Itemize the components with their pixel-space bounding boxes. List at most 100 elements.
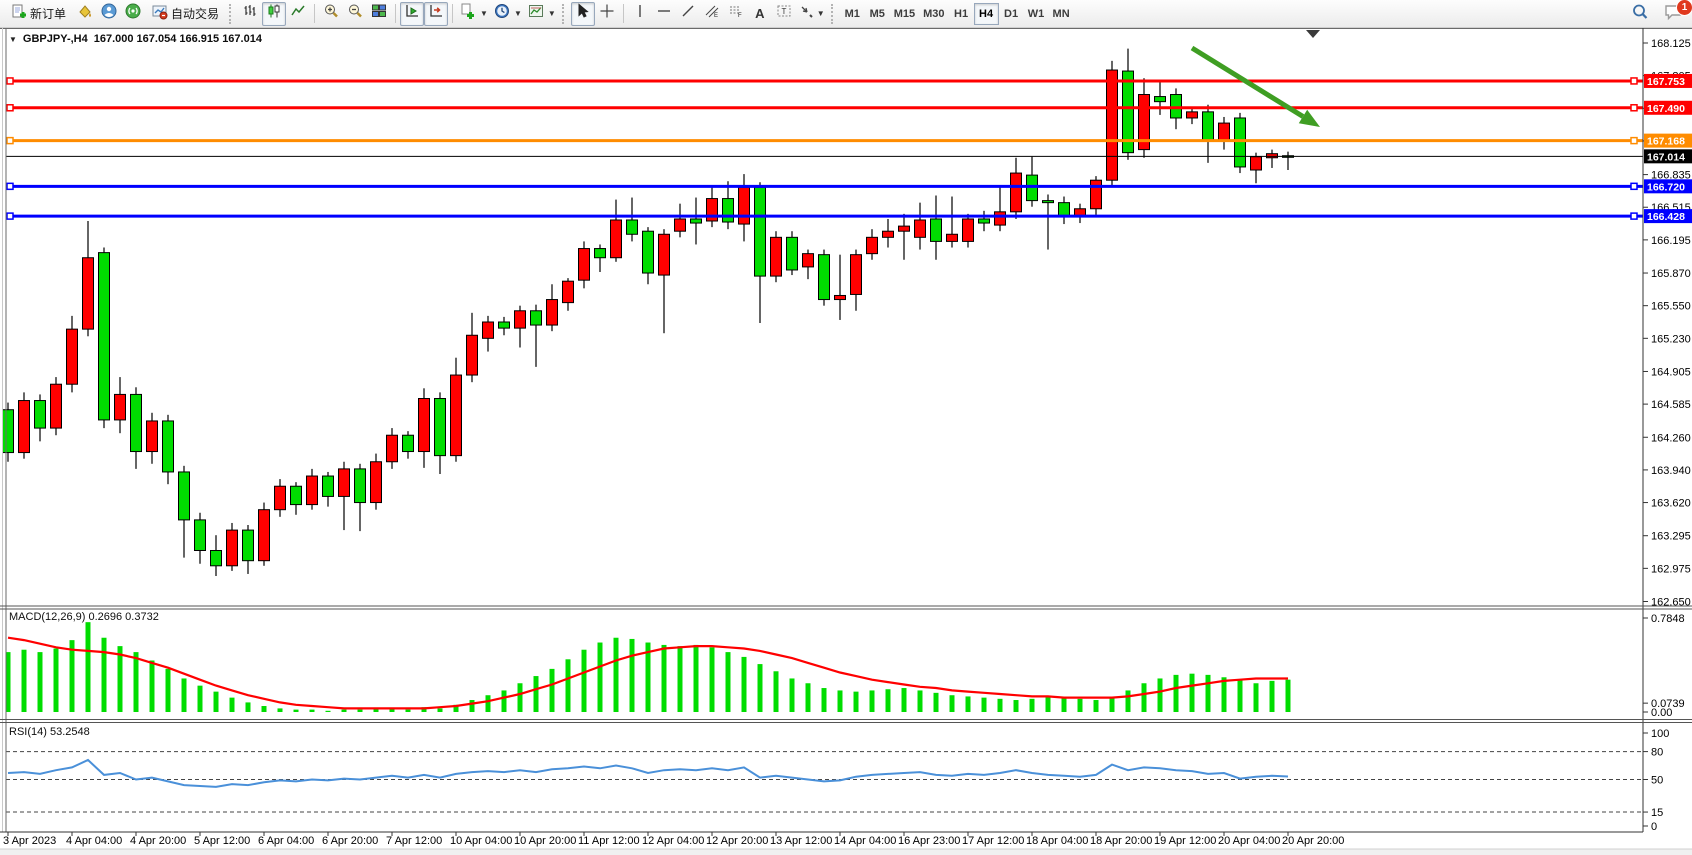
svg-text:6 Apr 04:00: 6 Apr 04:00 — [258, 835, 314, 847]
zoom-in-button[interactable] — [319, 2, 343, 26]
line-chart-button[interactable] — [286, 2, 310, 26]
timeframe-W1[interactable]: W1 — [1024, 3, 1049, 25]
periods-button[interactable]: ▼ — [491, 2, 525, 26]
svg-text:13 Apr 12:00: 13 Apr 12:00 — [770, 835, 832, 847]
svg-text:4 Apr 20:00: 4 Apr 20:00 — [130, 835, 186, 847]
svg-text:167.168: 167.168 — [1647, 136, 1685, 148]
text-tool[interactable]: A — [748, 2, 772, 26]
styles-button[interactable] — [73, 2, 97, 26]
equidistant-channel-tool[interactable]: E — [700, 2, 724, 26]
svg-text:7 Apr 12:00: 7 Apr 12:00 — [386, 835, 442, 847]
community-icon — [101, 3, 117, 24]
zoom-in-icon — [323, 3, 339, 24]
chart-canvas[interactable]: 168.125167.805167.485167.165166.835166.5… — [0, 28, 1692, 855]
timeframe-M1[interactable]: M1 — [840, 3, 865, 25]
timeframe-MN[interactable]: MN — [1049, 3, 1074, 25]
clock-icon — [494, 3, 510, 24]
svg-text:50: 50 — [1651, 775, 1663, 787]
line-chart-icon — [290, 3, 306, 24]
toolbar-grip — [229, 4, 233, 24]
timeframe-M15[interactable]: M15 — [890, 3, 919, 25]
svg-text:163.940: 163.940 — [1651, 465, 1691, 477]
zoom-out-button[interactable] — [343, 2, 367, 26]
toolbar: 新订单 自动交易 ▼ — [0, 0, 1692, 28]
svg-text:166.720: 166.720 — [1647, 181, 1685, 193]
svg-text:100: 100 — [1651, 728, 1669, 740]
chevron-down-icon: ▼ — [817, 9, 825, 18]
svg-text:164.585: 164.585 — [1651, 399, 1691, 411]
svg-text:165.230: 165.230 — [1651, 333, 1691, 345]
toolbar-separator — [452, 4, 453, 23]
auto-trading-label: 自动交易 — [171, 5, 219, 22]
chevron-down-icon: ▼ — [514, 9, 522, 18]
timeframe-H1[interactable]: H1 — [949, 3, 974, 25]
svg-text:F: F — [738, 13, 742, 19]
svg-text:0.7848: 0.7848 — [1651, 613, 1685, 625]
svg-text:165.870: 165.870 — [1651, 268, 1691, 280]
trendline-tool[interactable] — [676, 2, 700, 26]
svg-text:0.0739: 0.0739 — [1651, 698, 1685, 710]
auto-scroll-button[interactable] — [400, 2, 424, 26]
bar-chart-button[interactable] — [238, 2, 262, 26]
indicators-icon — [460, 3, 476, 24]
paint-bucket-icon — [77, 3, 93, 24]
template-icon — [528, 3, 544, 24]
chart-shift-button[interactable] — [424, 2, 448, 26]
svg-text:0: 0 — [1651, 821, 1657, 833]
svg-text:168.125: 168.125 — [1651, 38, 1691, 50]
indicators-button[interactable]: ▼ — [457, 2, 491, 26]
vertical-line-tool[interactable] — [628, 2, 652, 26]
search-icon — [1631, 3, 1649, 26]
svg-text:4 Apr 04:00: 4 Apr 04:00 — [66, 835, 122, 847]
svg-text:10 Apr 20:00: 10 Apr 20:00 — [514, 835, 576, 847]
candlestick-chart-button[interactable] — [262, 2, 286, 26]
timeframe-M30[interactable]: M30 — [919, 3, 948, 25]
auto-trading-icon — [152, 4, 168, 23]
signals-button[interactable] — [121, 2, 145, 26]
svg-text:167.490: 167.490 — [1647, 103, 1685, 115]
timeframe-M5[interactable]: M5 — [865, 3, 890, 25]
text-label-tool[interactable]: T — [772, 2, 796, 26]
chart-shift-icon — [428, 3, 444, 24]
community-button[interactable] — [97, 2, 121, 26]
toolbar-separator — [395, 4, 396, 23]
toolbar-grip — [562, 4, 566, 24]
horizontal-line-tool[interactable] — [652, 2, 676, 26]
svg-text:164.905: 164.905 — [1651, 366, 1691, 378]
timeframe-H4[interactable]: H4 — [974, 3, 999, 25]
svg-text:17 Apr 12:00: 17 Apr 12:00 — [962, 835, 1024, 847]
cursor-button[interactable] — [571, 2, 595, 26]
svg-text:167.014: 167.014 — [1647, 151, 1685, 163]
svg-text:E: E — [714, 13, 718, 19]
toolbar-grip — [831, 4, 835, 24]
svg-text:6 Apr 20:00: 6 Apr 20:00 — [322, 835, 378, 847]
text-icon: A — [755, 6, 764, 21]
svg-text:15: 15 — [1651, 807, 1663, 819]
auto-trading-button[interactable]: 自动交易 — [145, 2, 226, 26]
chart-window: 168.125167.805167.485167.165166.835166.5… — [0, 28, 1692, 855]
svg-text:18 Apr 04:00: 18 Apr 04:00 — [1026, 835, 1088, 847]
templates-button[interactable]: ▼ — [525, 2, 559, 26]
fibonacci-tool[interactable]: F — [724, 2, 748, 26]
svg-text:80: 80 — [1651, 747, 1663, 759]
search-button[interactable] — [1628, 2, 1652, 26]
new-order-button[interactable]: 新订单 — [4, 2, 73, 26]
svg-text:20 Apr 20:00: 20 Apr 20:00 — [1282, 835, 1344, 847]
toolbar-separator — [314, 4, 315, 23]
svg-text:162.975: 162.975 — [1651, 563, 1691, 575]
svg-text:T: T — [781, 7, 786, 16]
svg-text:12 Apr 20:00: 12 Apr 20:00 — [706, 835, 768, 847]
trendline-icon — [680, 3, 696, 24]
notification-badge: 1 — [1676, 0, 1692, 16]
arrows-tool[interactable]: ▼ — [796, 2, 828, 26]
tile-windows-button[interactable] — [367, 2, 391, 26]
notifications-button[interactable]: 1 — [1660, 2, 1686, 26]
chevron-down-icon: ▼ — [548, 9, 556, 18]
svg-text:18 Apr 20:00: 18 Apr 20:00 — [1090, 835, 1152, 847]
auto-scroll-icon — [404, 3, 420, 24]
new-order-icon — [11, 4, 27, 23]
crosshair-button[interactable] — [595, 2, 619, 26]
svg-text:11 Apr 12:00: 11 Apr 12:00 — [578, 835, 640, 847]
timeframe-D1[interactable]: D1 — [999, 3, 1024, 25]
svg-text:163.620: 163.620 — [1651, 498, 1691, 510]
